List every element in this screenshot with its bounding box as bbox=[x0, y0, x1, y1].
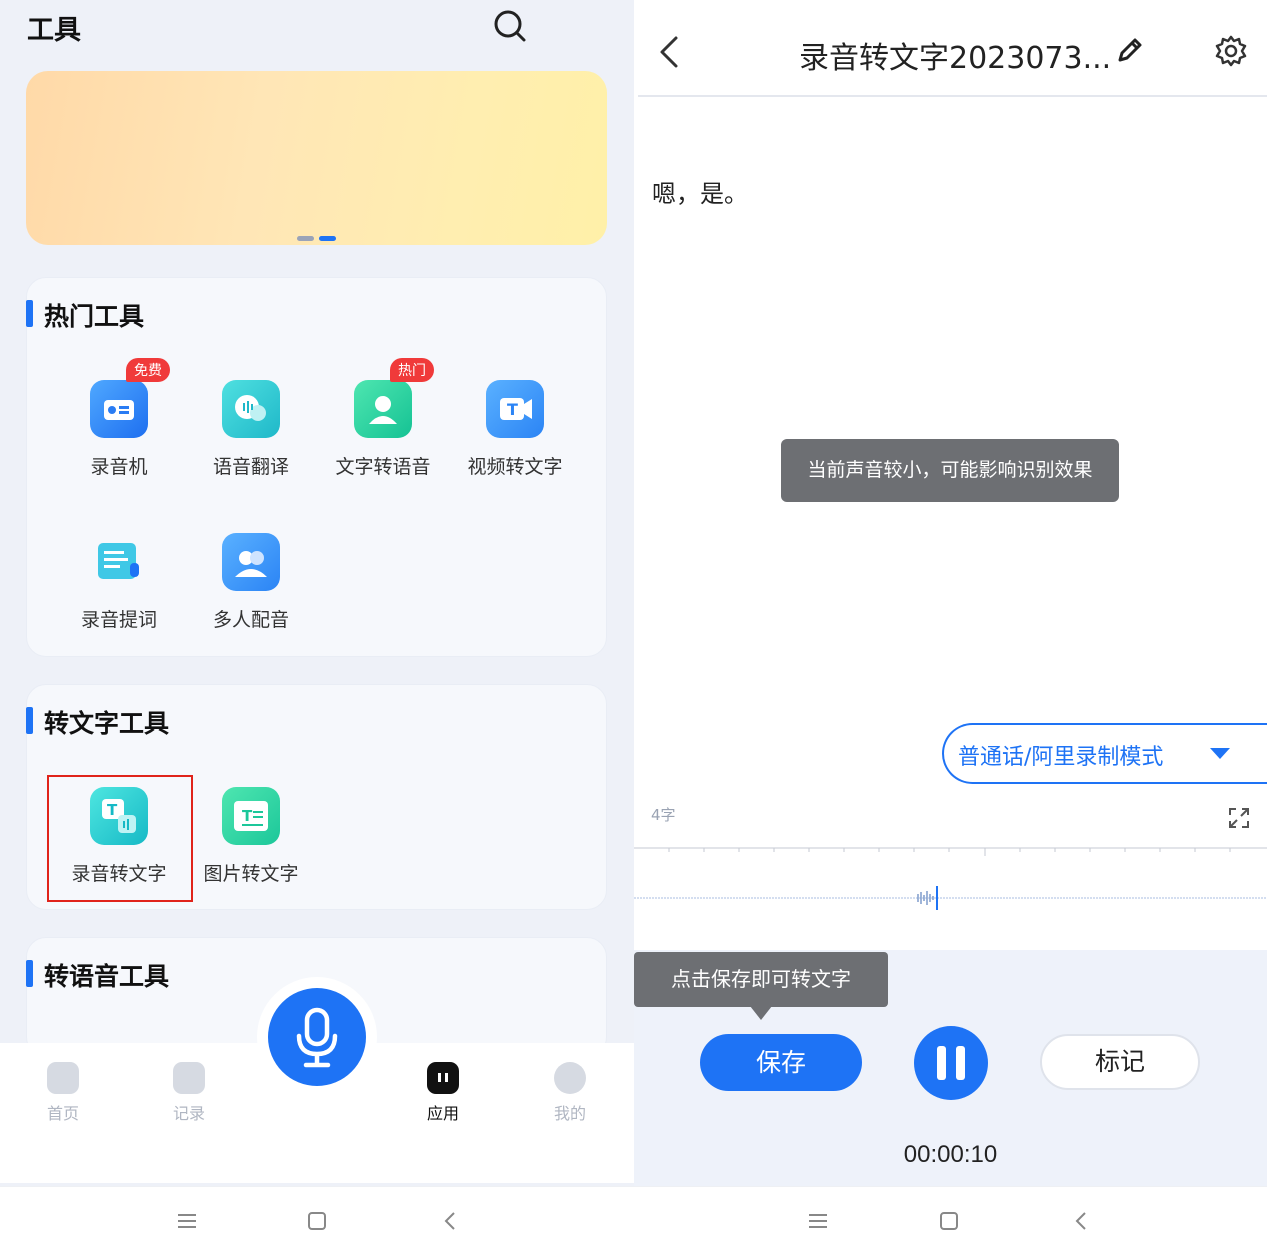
back-arrow-icon[interactable] bbox=[654, 34, 684, 70]
tool-label: 文字转语音 bbox=[335, 456, 431, 478]
recording-timer: 00:00:10 bbox=[903, 1141, 998, 1168]
tool-image-to-text[interactable]: T 图片转文字 bbox=[191, 787, 311, 886]
home-square-icon[interactable] bbox=[936, 1208, 962, 1234]
tool-video-to-text[interactable]: T 视频转文字 bbox=[455, 380, 575, 479]
multi-dubbing-icon bbox=[222, 533, 280, 591]
nav-label: 应用 bbox=[426, 1104, 459, 1123]
svg-text:T: T bbox=[242, 807, 253, 825]
pager-dot-active bbox=[319, 236, 336, 241]
badge-hot: 热门 bbox=[390, 358, 434, 382]
home-icon bbox=[47, 1062, 79, 1094]
tool-recorder[interactable]: 免费 录音机 bbox=[59, 358, 179, 479]
low-volume-toast: 当前声音较小，可能影响识别效果 bbox=[781, 439, 1119, 502]
badge-free: 免费 bbox=[126, 358, 170, 382]
tool-label: 视频转文字 bbox=[467, 456, 563, 478]
highlight-box bbox=[47, 775, 193, 902]
tool-voice-translate[interactable]: 语音翻译 bbox=[191, 380, 311, 479]
voice-translate-icon bbox=[222, 380, 280, 438]
tool-label: 录音机 bbox=[90, 456, 148, 478]
nav-label: 记录 bbox=[172, 1104, 205, 1123]
menu-icon[interactable] bbox=[174, 1208, 200, 1234]
microphone-icon bbox=[296, 1007, 338, 1068]
transcript-text[interactable]: 嗯，是。 bbox=[652, 174, 748, 209]
image-to-text-icon: T bbox=[222, 787, 280, 845]
back-icon[interactable] bbox=[437, 1208, 463, 1234]
nav-me[interactable]: 我的 bbox=[535, 1062, 605, 1124]
nav-label: 首页 bbox=[46, 1104, 79, 1123]
tools-screen: 工具 热门工具 免费 录音机 语音翻译 热门 文字转语音 T 视频转文字 录音提… bbox=[0, 0, 634, 1260]
tool-multi-dubbing[interactable]: 多人配音 bbox=[191, 533, 311, 632]
tool-label: 多人配音 bbox=[212, 609, 289, 631]
home-square-icon[interactable] bbox=[304, 1208, 330, 1234]
word-count: 4字 bbox=[651, 806, 676, 824]
promo-banner[interactable] bbox=[26, 71, 607, 245]
save-tip-tooltip: 点击保存即可转文字 bbox=[634, 952, 888, 1007]
tool-label: 录音提词 bbox=[80, 609, 157, 631]
text-to-speech-icon: 热门 bbox=[354, 358, 434, 438]
tool-text-to-speech[interactable]: 热门 文字转语音 bbox=[323, 358, 443, 479]
svg-text:T: T bbox=[507, 400, 518, 419]
save-button[interactable]: 保存 bbox=[700, 1034, 862, 1091]
record-fab[interactable] bbox=[268, 988, 366, 1086]
settings-gear-icon[interactable] bbox=[1214, 34, 1248, 68]
waveform-graphic bbox=[634, 847, 1267, 910]
page-title: 工具 bbox=[27, 15, 81, 46]
nav-apps[interactable]: 应用 bbox=[408, 1062, 478, 1124]
mark-button[interactable]: 标记 bbox=[1040, 1034, 1200, 1090]
expand-icon[interactable] bbox=[1228, 807, 1250, 829]
nav-records[interactable]: 记录 bbox=[154, 1062, 224, 1124]
tool-teleprompter[interactable]: 录音提词 bbox=[59, 533, 179, 632]
tool-label: 图片转文字 bbox=[203, 863, 299, 885]
edit-pencil-icon[interactable] bbox=[1115, 35, 1145, 65]
recording-title: 录音转文字2023073... bbox=[799, 41, 1112, 76]
voice-tools-title: 转语音工具 bbox=[26, 957, 169, 993]
mode-label: 普通话/阿里录制模式 bbox=[958, 745, 1164, 770]
apps-icon bbox=[427, 1062, 459, 1094]
hot-tools-title: 热门工具 bbox=[26, 297, 144, 333]
recording-screen: 录音转文字2023073... 嗯，是。 当前声音较小，可能影响识别效果 普通话… bbox=[634, 0, 1267, 1260]
menu-icon[interactable] bbox=[805, 1208, 831, 1234]
pager-dot bbox=[297, 236, 314, 241]
text-tools-title: 转文字工具 bbox=[26, 704, 169, 740]
profile-icon bbox=[554, 1062, 586, 1094]
header-divider bbox=[638, 95, 1267, 97]
pause-button[interactable] bbox=[914, 1026, 988, 1100]
waveform[interactable] bbox=[634, 838, 1267, 950]
teleprompter-icon bbox=[90, 533, 148, 591]
records-icon bbox=[173, 1062, 205, 1094]
tooltip-arrow bbox=[750, 1006, 772, 1020]
recognition-mode-selector[interactable]: 普通话/阿里录制模式 bbox=[942, 723, 1267, 784]
back-icon[interactable] bbox=[1068, 1208, 1094, 1234]
video-to-text-icon: T bbox=[486, 380, 544, 438]
tool-label: 语音翻译 bbox=[212, 456, 289, 478]
pause-icon bbox=[937, 1046, 946, 1080]
search-icon[interactable] bbox=[492, 8, 528, 44]
caret-down-icon bbox=[1210, 748, 1230, 759]
nav-home[interactable]: 首页 bbox=[28, 1062, 98, 1124]
pause-icon-bar bbox=[956, 1046, 965, 1080]
nav-label: 我的 bbox=[553, 1104, 586, 1123]
recorder-icon: 免费 bbox=[90, 358, 170, 438]
